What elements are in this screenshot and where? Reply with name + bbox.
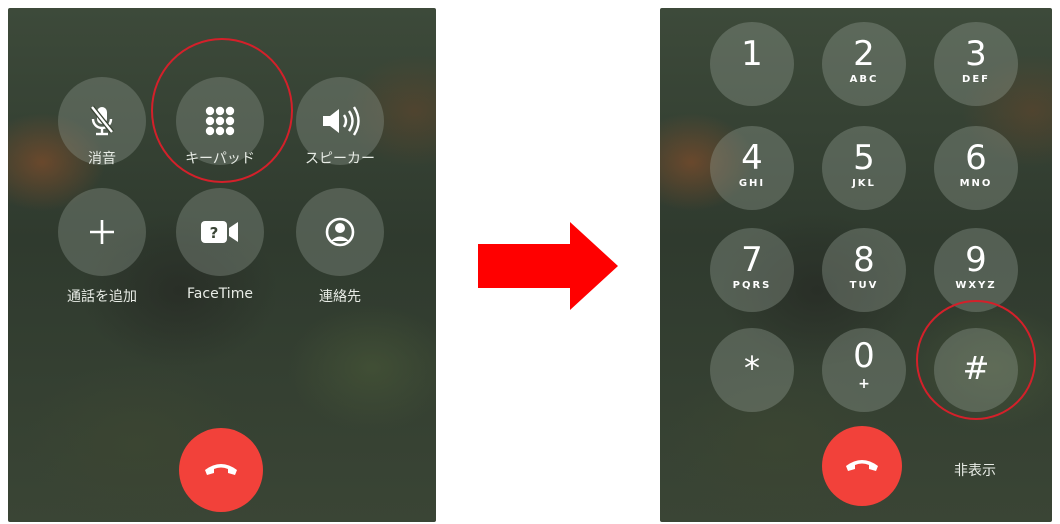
end-call-button[interactable]: [822, 426, 902, 506]
key-6[interactable]: 6 MNO: [934, 126, 1018, 210]
key-digit: 5: [853, 138, 875, 178]
key-digit: 1: [741, 34, 763, 74]
speaker-label: スピーカー: [305, 151, 375, 167]
call-screen: 消音 キーパッド スピーカー 通話を追加 ? FaceTime 連絡先: [8, 8, 436, 522]
key-8[interactable]: 8 TUV: [822, 228, 906, 312]
key-5[interactable]: 5 JKL: [822, 126, 906, 210]
key-digit: 6: [965, 138, 987, 178]
end-call-icon: [203, 460, 239, 480]
hash-highlight-ring: [916, 300, 1036, 420]
svg-text:?: ?: [210, 224, 219, 242]
key-0[interactable]: 0 +: [822, 328, 906, 412]
key-digit: *: [744, 349, 760, 387]
key-4[interactable]: 4 GHI: [710, 126, 794, 210]
key-digit: 3: [965, 34, 987, 74]
key-letters: JKL: [852, 178, 876, 189]
key-star[interactable]: *: [710, 328, 794, 412]
key-digit: 8: [853, 240, 875, 280]
key-digit: 7: [741, 240, 763, 280]
key-letters: DEF: [962, 74, 990, 85]
contacts-button[interactable]: [296, 188, 384, 276]
plus-icon: [87, 217, 117, 247]
key-letters: MNO: [959, 178, 993, 189]
key-letters: ABC: [849, 74, 879, 85]
next-step-arrow: [478, 222, 618, 314]
key-7[interactable]: 7 PQRS: [710, 228, 794, 312]
key-1[interactable]: 1: [710, 22, 794, 106]
key-2[interactable]: 2 ABC: [822, 22, 906, 106]
key-digit: 2: [853, 34, 875, 74]
mute-mic-icon: [87, 104, 117, 138]
key-digit: 9: [965, 240, 987, 280]
contacts-label: 連絡先: [319, 289, 361, 305]
keypad-highlight-ring: [151, 38, 293, 183]
facetime-label: FaceTime: [187, 286, 253, 302]
end-call-icon: [844, 456, 880, 476]
facetime-icon: ?: [200, 219, 240, 245]
key-letters: WXYZ: [955, 280, 997, 291]
add-call-label: 通話を追加: [67, 289, 137, 305]
key-letters: TUV: [849, 280, 879, 291]
keypad-screen: 1 2 ABC 3 DEF 4 GHI 5 JKL 6 MNO 7 PQRS 8…: [660, 8, 1052, 522]
key-letters: +: [858, 376, 870, 392]
key-letters: PQRS: [732, 280, 772, 291]
end-call-button[interactable]: [179, 428, 263, 512]
contacts-icon: [325, 217, 355, 247]
hide-keypad-button[interactable]: 非表示: [954, 460, 996, 480]
add-call-button[interactable]: [58, 188, 146, 276]
key-digit: 0: [853, 336, 875, 376]
key-digit: 4: [741, 138, 763, 178]
key-3[interactable]: 3 DEF: [934, 22, 1018, 106]
key-letters: GHI: [738, 178, 766, 189]
facetime-button[interactable]: ?: [176, 188, 264, 276]
mute-label: 消音: [88, 151, 116, 167]
speaker-icon: [320, 106, 360, 136]
